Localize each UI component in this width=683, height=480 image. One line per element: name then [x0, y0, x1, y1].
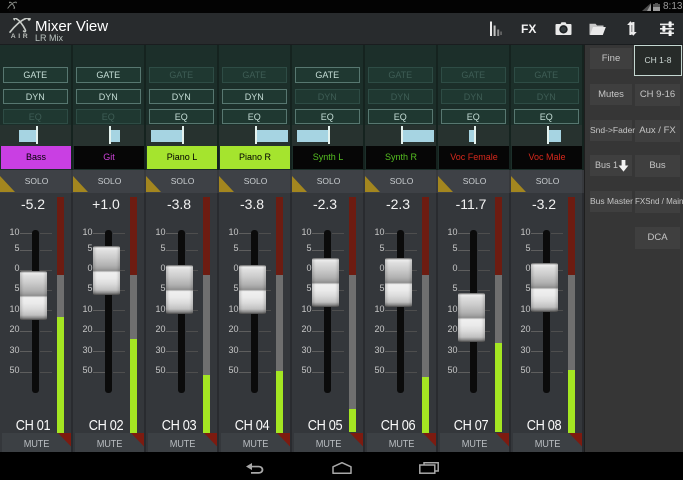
svg-text:AIR: AIR	[11, 33, 31, 40]
svg-text:AIR: AIR	[9, 8, 17, 12]
